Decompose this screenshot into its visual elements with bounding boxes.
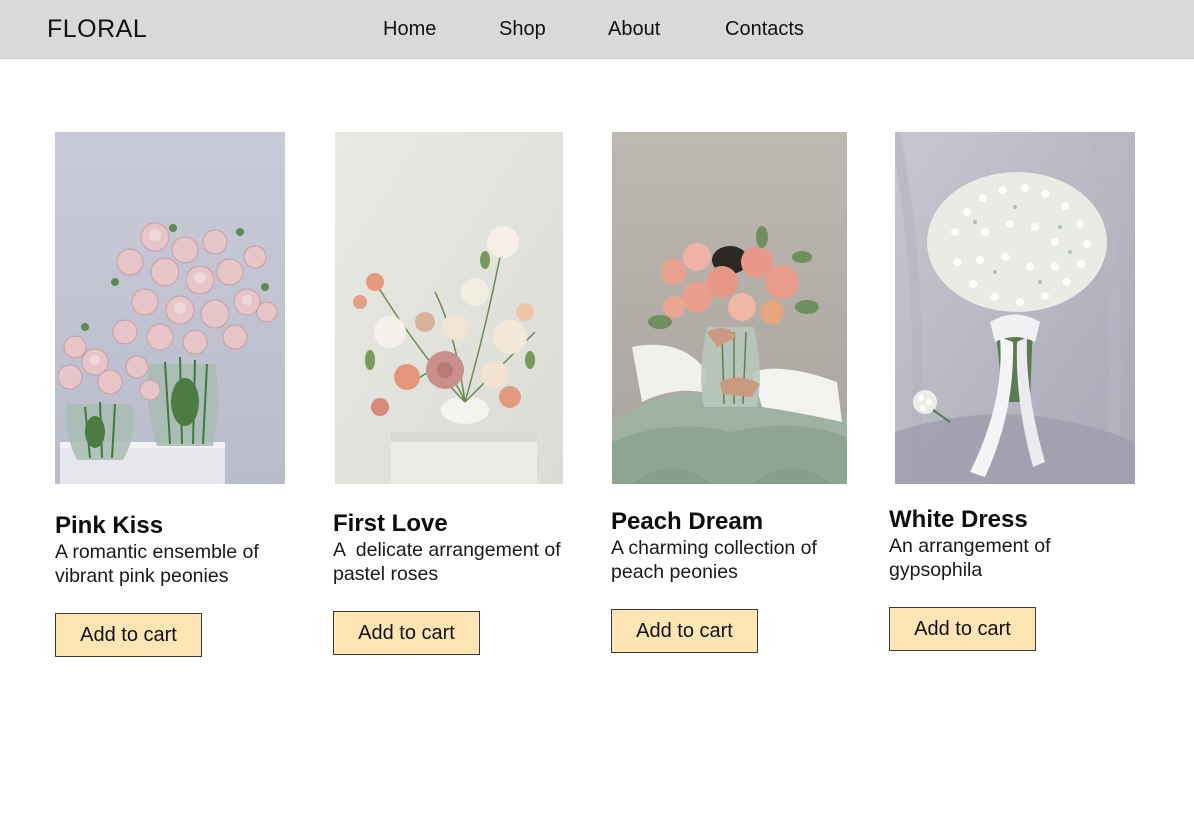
peach-peonies-bouquet-photo[interactable] [612, 132, 847, 484]
nav-link-shop[interactable]: Shop [499, 18, 546, 41]
product-title: First Love [333, 510, 448, 537]
add-to-cart-button[interactable]: Add to cart [55, 613, 202, 657]
product-description: A romantic ensemble of vibrant pink peon… [55, 541, 265, 587]
add-to-cart-button[interactable]: Add to cart [611, 609, 758, 653]
nav-link-contacts[interactable]: Contacts [725, 18, 804, 41]
site-logo[interactable]: FLORAL [47, 15, 147, 44]
nav-link-home[interactable]: Home [383, 18, 436, 41]
product-description: An arrangement of gypsophila [889, 535, 1056, 581]
pink-peonies-vases-photo[interactable] [55, 132, 285, 484]
product-title: Peach Dream [611, 508, 764, 535]
product-description: A charming collection of peach peonies [611, 537, 823, 583]
top-navigation-bar: FLORAL Home Shop About Contacts [0, 0, 1194, 59]
add-to-cart-button[interactable]: Add to cart [889, 607, 1036, 651]
gypsophila-bouquet-photo[interactable] [895, 132, 1135, 484]
nav-link-about[interactable]: About [608, 18, 660, 41]
add-to-cart-button[interactable]: Add to cart [333, 611, 480, 655]
product-description: A delicate arrangement of pastel roses [333, 539, 567, 585]
pastel-roses-arrangement-photo[interactable] [335, 132, 563, 484]
product-title: White Dress [889, 506, 1028, 533]
product-title: Pink Kiss [55, 512, 164, 539]
